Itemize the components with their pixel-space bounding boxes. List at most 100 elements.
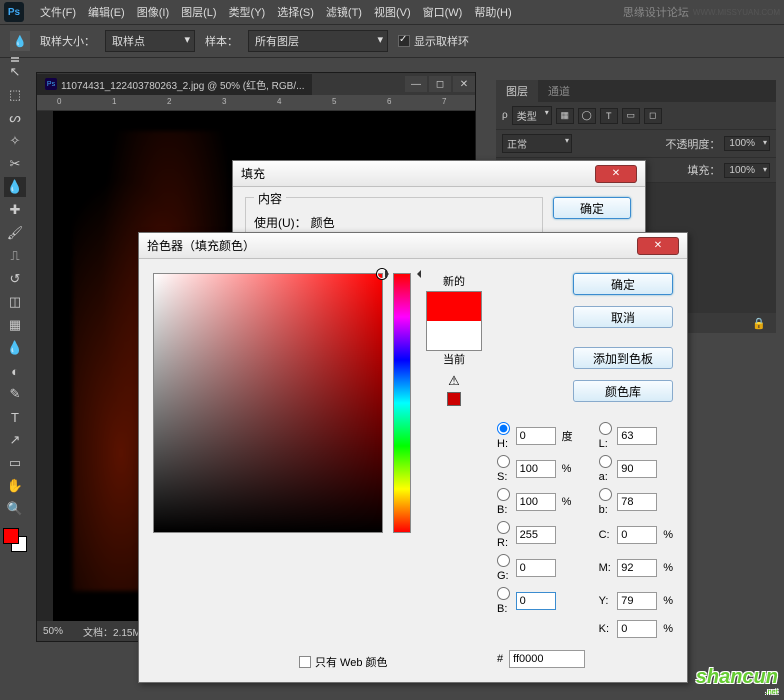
history-brush-tool[interactable]: ↺ [4,269,26,289]
type-tool[interactable]: T [4,407,26,427]
hand-tool[interactable]: ✋ [4,476,26,496]
m-label: M: [599,562,614,574]
tab-layers[interactable]: 图层 [496,80,538,102]
g-input[interactable] [516,559,556,577]
maximize-button[interactable]: ◻ [429,76,451,92]
dodge-tool[interactable]: ◐ [4,361,26,381]
close-button[interactable]: ✕ [453,76,475,92]
marquee-tool[interactable]: ⬚ [4,85,26,105]
color-picker-dialog: 拾色器（填充颜色） ✕ 新的 当前 ⚠ 确定 取消 添加到色板 [138,232,688,683]
heal-tool[interactable]: ✚ [4,200,26,220]
menu-edit[interactable]: 编辑(E) [82,4,131,20]
menu-window[interactable]: 窗口(W) [417,4,469,20]
color-libraries-button[interactable]: 颜色库 [573,380,673,402]
eyedropper-tool[interactable]: 💧 [4,177,26,197]
minimize-button[interactable]: — [405,76,427,92]
blend-mode-select[interactable]: 正常 [502,134,572,153]
saturation-value-field[interactable] [153,273,383,533]
foreground-color[interactable] [3,528,19,544]
gamut-swatch[interactable] [447,392,461,406]
blur-tool[interactable]: 💧 [4,338,26,358]
m-input[interactable] [617,559,657,577]
filter-smart-icon[interactable]: ◻ [644,108,662,124]
web-colors-checkbox[interactable]: 只有 Web 颜色 [299,654,388,670]
menu-select[interactable]: 选择(S) [271,4,320,20]
hue-slider-thumb[interactable] [389,270,417,278]
h-radio[interactable]: H: [497,422,512,450]
add-swatch-button[interactable]: 添加到色板 [573,347,673,369]
content-legend: 内容 [254,190,286,207]
y-input[interactable] [617,592,657,610]
filter-shape-icon[interactable]: ▭ [622,108,640,124]
filter-pixel-icon[interactable]: ▦ [556,108,574,124]
c-input[interactable] [617,526,657,544]
a-radio[interactable]: a: [599,455,614,483]
picker-title: 拾色器（填充颜色） [147,237,255,254]
sample-size-select[interactable]: 取样点 [105,30,195,52]
r-radio[interactable]: R: [497,521,512,549]
path-tool[interactable]: ↗ [4,430,26,450]
ps-icon: Ps [45,78,57,90]
menu-layer[interactable]: 图层(L) [175,4,222,20]
menu-file[interactable]: 文件(F) [34,4,82,20]
zoom-level[interactable]: 50% [43,626,63,637]
sample-layers-select[interactable]: 所有图层 [248,30,388,52]
stamp-tool[interactable]: ⎍ [4,246,26,266]
move-tool[interactable]: ↖ [4,62,26,82]
fill-opacity-value[interactable]: 100% [724,163,770,178]
menu-image[interactable]: 图像(I) [131,4,175,20]
picker-ok-button[interactable]: 确定 [573,273,673,295]
brush-tool[interactable]: 🖌 [4,223,26,243]
rgb-b-input[interactable] [516,592,556,610]
lab-b-input[interactable] [617,493,657,511]
lasso-tool[interactable]: ᔕ [4,108,26,128]
menu-view[interactable]: 视图(V) [368,4,417,20]
gamut-warning-icon[interactable]: ⚠ [448,373,460,389]
h-input[interactable] [516,427,556,445]
k-label: K: [599,623,614,635]
document-tab[interactable]: Ps 11074431_122403780263_2.jpg @ 50% (红色… [37,74,312,95]
current-color-label: 当前 [443,351,465,367]
lab-b-radio[interactable]: b: [599,488,614,516]
sample-label: 样本： [205,33,238,49]
show-ring-checkbox[interactable]: 显示取样环 [398,33,469,49]
picker-cancel-button[interactable]: 取消 [573,306,673,328]
wand-tool[interactable]: ✧ [4,131,26,151]
ruler-horizontal: 0 1 2 3 4 5 6 7 [37,95,475,111]
eraser-tool[interactable]: ◫ [4,292,26,312]
b-input[interactable] [516,493,556,511]
menu-filter[interactable]: 滤镜(T) [320,4,368,20]
zoom-tool[interactable]: 🔍 [4,499,26,519]
color-swatches[interactable] [3,528,27,552]
current-color-swatch[interactable] [427,321,481,350]
tab-channels[interactable]: 通道 [538,80,580,102]
l-input[interactable] [617,427,657,445]
shape-tool[interactable]: ▭ [4,453,26,473]
filter-adjust-icon[interactable]: ◯ [578,108,596,124]
hex-input[interactable] [509,650,585,668]
fill-close-button[interactable]: ✕ [595,165,637,183]
crop-tool[interactable]: ✂ [4,154,26,174]
menu-type[interactable]: 类型(Y) [223,4,272,20]
l-radio[interactable]: L: [599,422,614,450]
rgb-b-radio[interactable]: B: [497,587,512,615]
y-label: Y: [599,595,614,607]
filter-type-icon[interactable]: T [600,108,618,124]
options-bar: 💧 取样大小： 取样点 样本： 所有图层 显示取样环 [0,24,784,58]
g-radio[interactable]: G: [497,554,512,582]
menu-help[interactable]: 帮助(H) [468,4,517,20]
filter-kind-select[interactable]: 类型 [512,106,552,125]
gradient-tool[interactable]: ▦ [4,315,26,335]
opacity-value[interactable]: 100% [724,136,770,151]
a-input[interactable] [617,460,657,478]
fill-ok-button[interactable]: 确定 [553,197,631,219]
tool-preset-icon[interactable]: 💧 [10,31,30,51]
pen-tool[interactable]: ✎ [4,384,26,404]
picker-close-button[interactable]: ✕ [637,237,679,255]
s-radio[interactable]: S: [497,455,512,483]
hue-slider[interactable] [393,273,411,533]
r-input[interactable] [516,526,556,544]
s-input[interactable] [516,460,556,478]
k-input[interactable] [617,620,657,638]
b-radio[interactable]: B: [497,488,512,516]
